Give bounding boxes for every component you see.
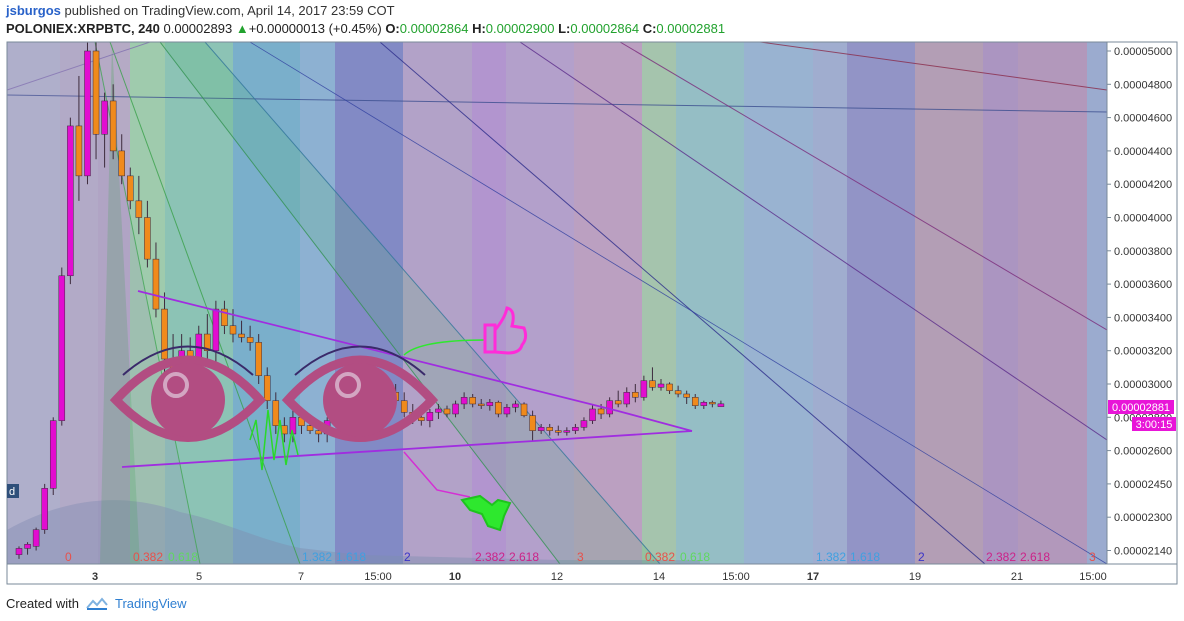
- time-tick-label: 19: [909, 571, 921, 583]
- fib-label: 0.618: [680, 550, 710, 564]
- price-tag-value: 0.00002881: [1112, 402, 1170, 414]
- fib-label: 2.618: [1020, 550, 1050, 564]
- tradingview-logo-icon: [86, 596, 108, 610]
- fib-label: 2: [918, 550, 925, 564]
- price-tick-label: 0.00003800: [1114, 246, 1172, 258]
- fib-label: 0.618: [168, 550, 198, 564]
- price-tick-label: 0.00002140: [1114, 546, 1172, 558]
- candle: [67, 117, 74, 285]
- time-tick-label: 15:00: [1079, 571, 1107, 583]
- fib-label: 0.382: [133, 550, 163, 564]
- price-tag-countdown: 3:00:15: [1136, 419, 1173, 431]
- price-tick-label: 0.00004000: [1114, 213, 1172, 225]
- price-tick-label: 0.00003000: [1114, 379, 1172, 391]
- price-tick-label: 0.00002600: [1114, 446, 1172, 458]
- fib-label: 2.382: [475, 550, 505, 564]
- fib-label: 1.618: [850, 550, 880, 564]
- price-tick-label: 0.00004800: [1114, 79, 1172, 91]
- candle: [520, 402, 528, 418]
- tradingview-link[interactable]: TradingView: [115, 596, 187, 611]
- price-tick-label: 0.00004600: [1114, 113, 1172, 125]
- time-tick-label: 14: [653, 571, 665, 583]
- candle: [49, 417, 57, 495]
- time-tick-label: 12: [551, 571, 563, 583]
- time-tick-label: 21: [1011, 571, 1023, 583]
- fib-label: 3: [1089, 550, 1096, 564]
- price-tick-label: 0.00004200: [1114, 179, 1172, 191]
- price-tick-label: 0.00003600: [1114, 279, 1172, 291]
- price-tick-label: 0.00003200: [1114, 346, 1172, 358]
- price-tick-label: 0.00003400: [1114, 312, 1172, 324]
- time-tick-label: 10: [449, 571, 461, 583]
- candle: [84, 42, 91, 185]
- candle: [41, 483, 48, 534]
- fib-label: 1.382: [302, 550, 332, 564]
- fib-label: 2.382: [986, 550, 1016, 564]
- candle: [58, 267, 66, 426]
- fib-label: 2: [404, 550, 411, 564]
- price-axis[interactable]: 0.00005000 0.00004800 0.00004600 0.00004400…: [1106, 42, 1177, 564]
- created-with-label: Created with: [6, 596, 79, 611]
- left-stub: d: [7, 484, 19, 498]
- fib-label: 1.382: [816, 550, 846, 564]
- time-tick-label: 15:00: [364, 571, 392, 583]
- time-tick-label: 5: [196, 571, 202, 583]
- price-tick-label: 0.00005000: [1114, 46, 1172, 58]
- price-tick-label: 0.00002300: [1114, 512, 1172, 524]
- fib-label: 2.618: [509, 550, 539, 564]
- fib-label: 1.618: [336, 550, 366, 564]
- chart[interactable]: 0 0.382 0.618 1.382 1.618 2 2.382 2.618 3 0.382 0.…: [0, 0, 1184, 621]
- fib-label: 0: [65, 550, 72, 564]
- fib-label: 3: [577, 550, 584, 564]
- time-tick-label: 17: [807, 571, 819, 583]
- footer: Created with TradingView: [6, 596, 187, 611]
- price-tick-label: 0.00004400: [1114, 146, 1172, 158]
- time-tick-label: 3: [92, 571, 98, 583]
- fib-label: 0.382: [645, 550, 675, 564]
- time-tick-label: 15:00: [722, 571, 750, 583]
- svg-text:d: d: [9, 486, 15, 498]
- price-tick-label: 0.00002450: [1114, 479, 1172, 491]
- time-tick-label: 7: [298, 571, 304, 583]
